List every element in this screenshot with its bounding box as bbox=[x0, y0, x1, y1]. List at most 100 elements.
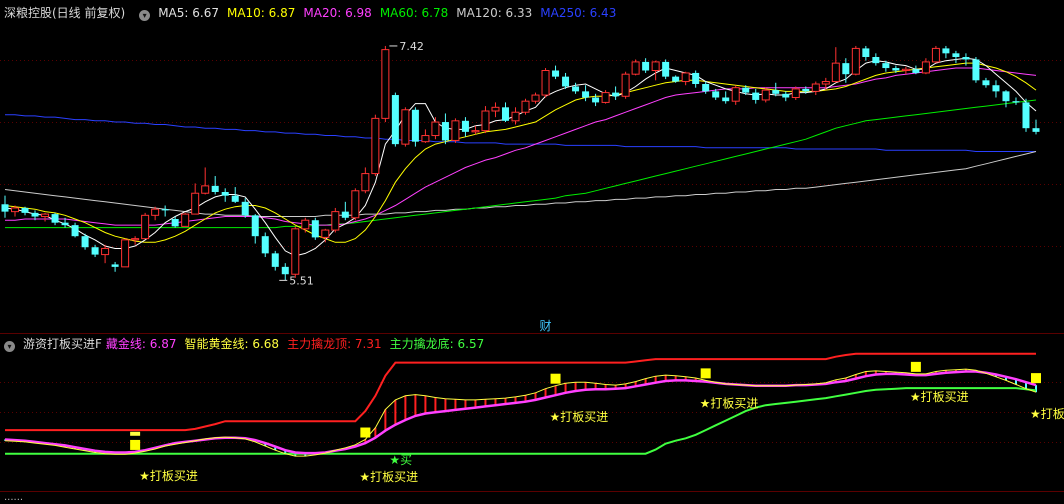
ma-line-ma5 bbox=[4, 57, 1037, 257]
candle-body bbox=[782, 93, 790, 98]
signal-small-bar bbox=[130, 431, 141, 436]
finance-marker: 财 bbox=[540, 319, 552, 333]
candle-body bbox=[572, 86, 580, 92]
ma-legend-ma10[interactable]: MA10: 6.87 bbox=[227, 6, 295, 20]
candle-body bbox=[131, 238, 140, 241]
candle-body bbox=[862, 48, 870, 57]
candle-body bbox=[261, 236, 269, 254]
candle-body bbox=[191, 192, 200, 215]
candle-body bbox=[61, 222, 69, 226]
candle-body bbox=[541, 70, 550, 96]
indicator-legend-item[interactable]: 藏金线: 6.87 bbox=[106, 337, 177, 351]
ma-legend-ma250[interactable]: MA250: 6.43 bbox=[540, 6, 616, 20]
candle-body bbox=[562, 76, 570, 87]
candle-body bbox=[21, 207, 29, 213]
candle-body bbox=[451, 120, 460, 141]
candle-body bbox=[321, 229, 330, 238]
candle-body bbox=[251, 215, 259, 237]
candle-body bbox=[992, 85, 1000, 92]
chevron-down-icon[interactable]: ▾ bbox=[139, 10, 151, 21]
candle-body bbox=[1032, 128, 1040, 132]
candle-body bbox=[461, 120, 469, 132]
candle-body bbox=[731, 87, 740, 102]
candle-body bbox=[221, 192, 229, 196]
candle-body bbox=[1, 204, 9, 212]
indicator-legend-item[interactable]: 主力擒龙底: 6.57 bbox=[390, 337, 485, 351]
price-legend: 深粮控股(日线 前复权) ▾ MA5: 6.67 MA10: 6.87 MA20: 6.… bbox=[4, 4, 624, 22]
candle-body bbox=[842, 63, 850, 75]
signal-square bbox=[910, 361, 921, 372]
ma-legend-ma120[interactable]: MA120: 6.33 bbox=[456, 6, 532, 20]
candle-body bbox=[501, 107, 509, 121]
candle-body bbox=[91, 247, 99, 255]
candle-body bbox=[921, 61, 930, 74]
candle-body bbox=[101, 247, 110, 256]
candle-body bbox=[672, 76, 680, 82]
candle-body bbox=[892, 68, 900, 71]
candle-body bbox=[942, 48, 950, 54]
ma-line-ma10 bbox=[4, 62, 1037, 243]
ma-legend-ma20[interactable]: MA20: 6.98 bbox=[303, 6, 371, 20]
indicator-legend-item[interactable]: 主力擒龙顶: 7.31 bbox=[287, 337, 382, 351]
candle-body bbox=[361, 173, 370, 192]
candle-body bbox=[621, 73, 630, 97]
footer-readout: ······ bbox=[4, 495, 24, 504]
high-price-label: 7.42 bbox=[399, 40, 424, 53]
candle-body bbox=[311, 220, 319, 238]
candle-body bbox=[201, 185, 210, 194]
candle-body bbox=[642, 61, 650, 71]
candle-body bbox=[752, 92, 760, 100]
candle-body bbox=[1002, 91, 1010, 102]
candle-body bbox=[331, 211, 340, 231]
ma-legend-ma60[interactable]: MA60: 6.78 bbox=[380, 6, 448, 20]
candle-body bbox=[692, 72, 700, 84]
candle-body bbox=[161, 209, 169, 211]
candle-body bbox=[71, 225, 79, 237]
candle-body bbox=[772, 90, 780, 94]
chevron-down-icon[interactable]: ▾ bbox=[4, 341, 15, 352]
signal-square bbox=[1031, 373, 1041, 384]
ma-legend-ma5[interactable]: MA5: 6.67 bbox=[158, 6, 219, 20]
candle-body bbox=[802, 88, 810, 92]
candle-body bbox=[411, 109, 419, 142]
candle-body bbox=[612, 92, 620, 97]
stock-chart-svg: 7.42 5.51 财 ★打板买进 ★打板买进 ★买 ★打板买进 ★打板买进 ★打板买进 ★打板买… bbox=[0, 40, 1064, 492]
candle-body bbox=[11, 207, 20, 213]
candle-body bbox=[111, 264, 119, 267]
candle-body bbox=[301, 219, 310, 230]
candle-body bbox=[901, 68, 910, 72]
candle-body bbox=[831, 62, 840, 83]
candle-body bbox=[521, 100, 530, 113]
candle-body bbox=[631, 61, 640, 75]
dragon-bottom-line bbox=[5, 387, 1037, 455]
candle-body bbox=[351, 190, 360, 219]
candle-body bbox=[31, 212, 39, 217]
candle-body bbox=[662, 61, 670, 77]
candle-body bbox=[391, 95, 399, 145]
candle-body bbox=[481, 110, 490, 132]
candle-body bbox=[181, 213, 190, 227]
candle-body bbox=[552, 70, 560, 77]
candle-body bbox=[341, 211, 349, 218]
candle-body bbox=[811, 83, 820, 92]
indicator-legend-item[interactable]: 智能黄金线: 6.68 bbox=[184, 337, 279, 351]
candle-body bbox=[151, 208, 160, 216]
indicator-legend-items: 藏金线: 6.87 智能黄金线: 6.68 主力擒龙顶: 7.31 主力擒龙底: 6.… bbox=[106, 337, 492, 351]
indicator-title[interactable]: 游资打板买进F bbox=[23, 337, 102, 351]
buy-signal-label: ★打板买进 bbox=[359, 470, 418, 484]
candle-body bbox=[511, 111, 520, 122]
signal-square bbox=[130, 439, 141, 450]
signal-square bbox=[550, 373, 561, 384]
candle-body bbox=[41, 213, 50, 218]
candle-body bbox=[141, 214, 150, 240]
candle-body bbox=[872, 57, 880, 64]
low-price-label: 5.51 bbox=[289, 274, 314, 287]
ma-legend-items: MA5: 6.67 MA10: 6.87 MA20: 6.98 MA60: 6.78 M… bbox=[158, 6, 624, 20]
candle-body bbox=[681, 72, 690, 83]
candle-body bbox=[912, 69, 920, 73]
candle-body bbox=[651, 61, 660, 72]
candle-body bbox=[1022, 102, 1030, 129]
candle-body bbox=[231, 195, 239, 202]
candle-body bbox=[441, 122, 449, 141]
chart-title[interactable]: 深粮控股(日线 前复权) bbox=[4, 6, 133, 20]
